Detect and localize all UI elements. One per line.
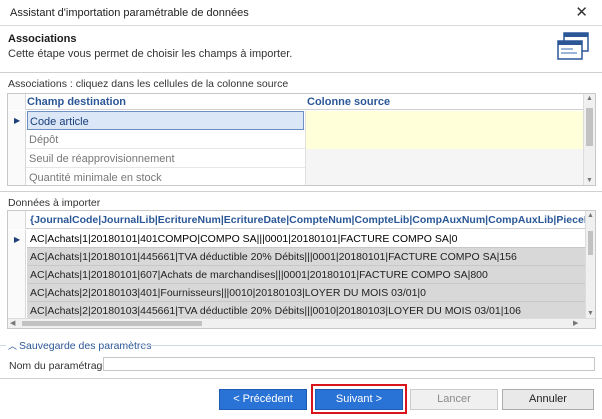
import-data-row-text[interactable]: AC|Achats|2|20180103|401|Fournisseurs|||… [27,284,586,302]
import-data-horizontal-scrollbar[interactable]: ◀ ▶ [8,318,595,328]
cancel-button[interactable]: Annuler [502,389,594,410]
scroll-down-icon[interactable]: ▼ [587,310,594,317]
column-header-destination[interactable]: Champ destination [27,96,126,108]
association-row[interactable]: Seuil de réapprovisionnement [8,149,584,168]
source-cell[interactable] [305,130,584,149]
footer-separator [0,378,602,379]
window-title: Assistant d'importation paramétrable de … [10,7,249,19]
import-data-row-text[interactable]: AC|Achats|1|20180101|401COMPO|COMPO SA||… [27,230,586,248]
destination-cell[interactable]: Dépôt [27,130,304,149]
import-data-row[interactable]: AC|Achats|2|20180103|401|Fournisseurs|||… [8,284,586,302]
source-cell[interactable] [305,168,584,185]
association-row[interactable]: Dépôt [8,130,584,149]
scroll-up-icon[interactable]: ▲ [587,212,594,219]
import-data-header: {JournalCode|JournalLib|EcritureNum|Ecri… [8,211,595,229]
wizard-windows-icon [557,32,589,60]
next-button[interactable]: Suivant > [315,389,403,410]
scroll-right-icon[interactable]: ▶ [573,319,578,327]
close-icon[interactable]: ✕ [575,3,588,21]
association-row[interactable]: Quantité minimale en stock [8,168,584,185]
current-row-icon: ▶ [14,235,21,244]
source-cell[interactable] [305,111,584,130]
scrollbar-thumb[interactable] [22,321,202,326]
associations-label: Associations : cliquez dans les cellules… [8,78,289,90]
import-data-header-text: {JournalCode|JournalLib|EcritureNum|Ecri… [30,214,596,226]
scroll-up-icon[interactable]: ▲ [586,95,593,102]
scroll-left-icon[interactable]: ◀ [10,319,15,327]
section-separator [0,191,602,192]
wizard-header: Associations Cette étape vous permet de … [0,26,602,72]
import-data-row[interactable]: AC|Achats|1|20180101|607|Achats de march… [8,266,586,284]
param-name-label: Nom du paramétrage [9,360,109,372]
save-params-group-title[interactable]: ︿ Sauvegarde des paramètres [8,339,152,352]
launch-button[interactable]: Lancer [410,389,498,410]
import-data-row-text[interactable]: AC|Achats|1|20180101|445661|TVA déductib… [27,248,586,266]
import-data-row-text[interactable]: AC|Achats|1|20180101|607|Achats de march… [27,266,586,284]
header-separator [0,72,602,73]
previous-button[interactable]: < Précédent [219,389,307,410]
title-bar: Assistant d'importation paramétrable de … [0,0,602,26]
step-description: Cette étape vous permet de choisir les c… [8,48,293,60]
import-data-row[interactable]: ▶ AC|Achats|1|20180101|401COMPO|COMPO SA… [8,230,586,248]
import-data-grid[interactable]: {JournalCode|JournalLib|EcritureNum|Ecri… [7,210,596,329]
current-row-icon: ▶ [14,116,21,125]
import-data-label: Données à importer [8,197,101,209]
destination-cell[interactable]: Seuil de réapprovisionnement [27,149,304,168]
group-line [0,345,6,346]
source-cell[interactable] [305,149,584,168]
param-name-input[interactable] [103,357,595,371]
destination-cell[interactable]: Quantité minimale en stock [27,168,304,185]
import-data-vertical-scrollbar[interactable]: ▲ ▼ [585,211,595,318]
scrollbar-thumb[interactable] [586,108,593,146]
column-header-source[interactable]: Colonne source [307,96,390,108]
destination-cell[interactable]: Code article [27,111,304,130]
scrollbar-thumb[interactable] [588,231,593,255]
associations-grid[interactable]: Champ destination Colonne source ▶ Code … [7,93,596,186]
import-data-row[interactable]: AC|Achats|1|20180101|445661|TVA déductib… [8,248,586,266]
step-title: Associations [8,33,77,45]
associations-vertical-scrollbar[interactable]: ▲ ▼ [583,94,595,185]
scroll-down-icon[interactable]: ▼ [586,177,593,184]
association-row[interactable]: ▶ Code article [8,111,584,130]
group-line [140,345,602,346]
associations-grid-header: Champ destination Colonne source [8,94,584,110]
collapse-chevron-icon[interactable]: ︿ [8,341,17,351]
